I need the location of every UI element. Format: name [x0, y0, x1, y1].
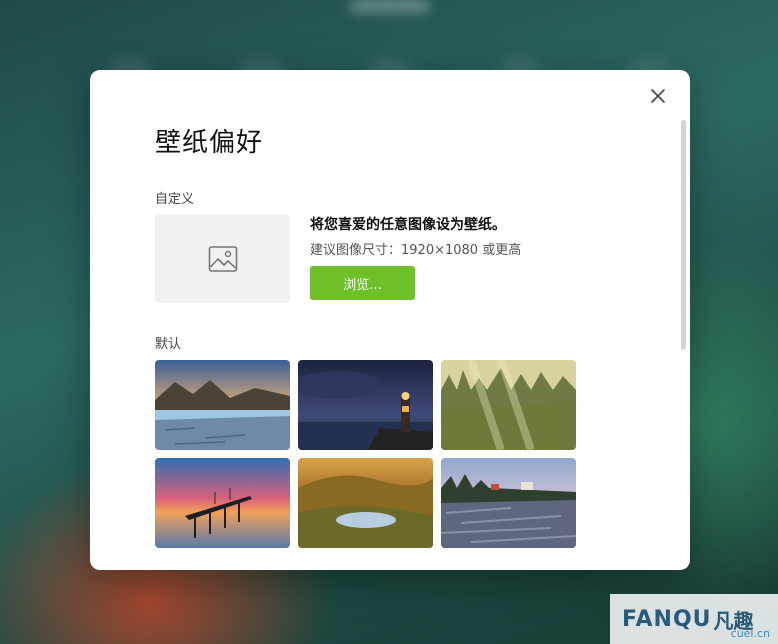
- default-section-label: 默认: [155, 337, 182, 352]
- scrollbar[interactable]: [681, 120, 686, 350]
- watermark-logo: FANQU 凡趣 cuel.cn: [610, 594, 778, 644]
- dialog-title: 壁纸偏好: [155, 128, 264, 158]
- close-icon: [651, 89, 665, 103]
- custom-section-label: 自定义: [155, 192, 195, 207]
- wallpaper-rocky-coast[interactable]: [441, 458, 576, 548]
- close-button[interactable]: [646, 84, 670, 108]
- watermark-brand: FANQU: [622, 606, 712, 632]
- custom-wallpaper-preview: [155, 214, 290, 303]
- browse-button[interactable]: 浏览...: [310, 266, 415, 300]
- wallpaper-mountain-lake[interactable]: [155, 360, 290, 450]
- image-placeholder-icon: [208, 245, 237, 272]
- wallpaper-misty-forest[interactable]: [441, 360, 576, 450]
- watermark-domain: cuel.cn: [730, 627, 770, 640]
- background-blur: [350, 0, 430, 12]
- size-hint: 建议图像尺寸：1920×1080 或更高: [310, 243, 522, 258]
- custom-heading: 将您喜爱的任意图像设为壁纸。: [310, 217, 506, 233]
- wallpaper-lighthouse[interactable]: [298, 360, 433, 450]
- wallpaper-preferences-dialog: 壁纸偏好 自定义 将您喜爱的任意图像设为壁纸。 建议图像尺寸：1920×1080…: [90, 70, 690, 570]
- wallpaper-sunset-pier[interactable]: [155, 458, 290, 548]
- wallpaper-autumn-valley[interactable]: [298, 458, 433, 548]
